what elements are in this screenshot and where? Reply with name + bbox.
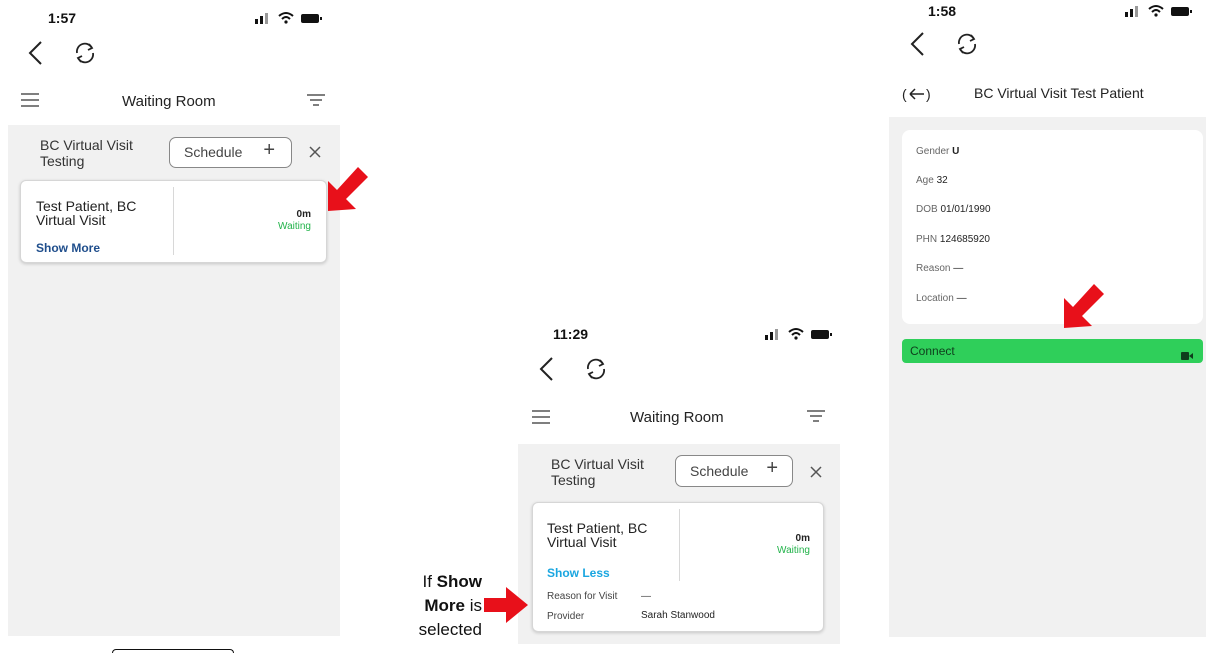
show-more-link[interactable]: Show More: [36, 241, 100, 255]
status-time: 11:29: [553, 326, 589, 342]
plus-icon: +: [263, 139, 275, 161]
schedule-label: Schedule: [184, 144, 243, 160]
annotation-arrow-icon: [1064, 284, 1104, 328]
back-chevron-icon[interactable]: [537, 356, 555, 387]
plus-icon: +: [766, 457, 778, 479]
menu-icon[interactable]: [532, 410, 550, 429]
gender-row: Gender U: [916, 146, 960, 157]
status-icons: [765, 327, 839, 344]
back-chevron-icon[interactable]: [26, 40, 44, 71]
patient-info-card: Gender U Age 32 DOB 01/01/1990 PHN 12468…: [902, 130, 1203, 324]
close-icon[interactable]: [810, 465, 822, 483]
patient-title: BC Virtual Visit Test Patient: [974, 85, 1144, 101]
filter-icon[interactable]: [807, 409, 825, 427]
reason-value: —: [641, 591, 651, 602]
schedule-button[interactable]: Schedule +: [675, 455, 793, 487]
filter-icon[interactable]: [307, 93, 325, 111]
reason-label: Reason for Visit: [547, 591, 618, 602]
group-name: BC Virtual Visit Testing: [551, 456, 644, 488]
home-indicator: [112, 649, 234, 653]
annotation-arrow-icon: [328, 167, 368, 211]
patient-card[interactable]: Test Patient, BC Virtual Visit Show More…: [20, 180, 327, 263]
middle-phone-screen: 11:29 Waiting Room BC Virtual Visit Test…: [515, 320, 845, 650]
video-camera-icon: [1181, 347, 1193, 365]
patient-name: Test Patient, BC Virtual Visit: [36, 198, 137, 228]
status-icons: [1125, 4, 1199, 21]
status-waiting: Waiting: [278, 221, 311, 232]
status-icons: [255, 11, 329, 28]
svg-text:): ): [926, 86, 931, 102]
svg-text:(: (: [902, 86, 907, 102]
back-chevron-icon[interactable]: [908, 31, 926, 62]
close-icon[interactable]: [309, 145, 321, 163]
schedule-label: Schedule: [690, 463, 749, 479]
provider-label: Provider: [547, 611, 585, 622]
wait-duration: 0m: [795, 533, 810, 544]
provider-value: Sarah Stanwood: [641, 610, 715, 621]
dob-row: DOB 01/01/1990: [916, 204, 991, 215]
reason-row: Reason —: [916, 263, 964, 274]
annotation-arrow-icon: [484, 587, 528, 623]
card-divider: [173, 187, 174, 255]
patient-card-expanded[interactable]: Test Patient, BC Virtual Visit Show Less…: [532, 502, 824, 632]
wait-duration: 0m: [296, 209, 311, 220]
refresh-icon[interactable]: [954, 31, 980, 62]
back-arrow-icon[interactable]: (): [902, 86, 934, 107]
right-phone-screen: 1:58 () BC Virtual Visit Test Patient Ge…: [888, 0, 1206, 640]
connect-button[interactable]: Connect: [902, 339, 1203, 363]
connect-label: Connect: [910, 344, 955, 358]
patient-name: Test Patient, BC Virtual Visit: [547, 520, 648, 550]
show-less-link[interactable]: Show Less: [547, 566, 610, 580]
group-name: BC Virtual Visit Testing: [40, 137, 133, 169]
annotation-text: If Show More is selected: [418, 572, 482, 639]
status-waiting: Waiting: [777, 545, 810, 556]
status-time: 1:57: [48, 10, 77, 26]
page-title: Waiting Room: [630, 409, 724, 426]
refresh-icon[interactable]: [72, 40, 98, 71]
left-phone-screen: 1:57 Waiting Room BC Virtual Visit Testi…: [0, 0, 345, 640]
location-row: Location —: [916, 293, 967, 304]
menu-icon[interactable]: [21, 93, 39, 112]
schedule-button[interactable]: Schedule +: [169, 137, 292, 168]
page-title: Waiting Room: [122, 93, 216, 110]
age-row: Age 32: [916, 175, 948, 186]
card-divider: [679, 509, 680, 581]
status-time: 1:58: [928, 3, 957, 19]
refresh-icon[interactable]: [583, 356, 609, 387]
phn-row: PHN 124685920: [916, 234, 990, 245]
